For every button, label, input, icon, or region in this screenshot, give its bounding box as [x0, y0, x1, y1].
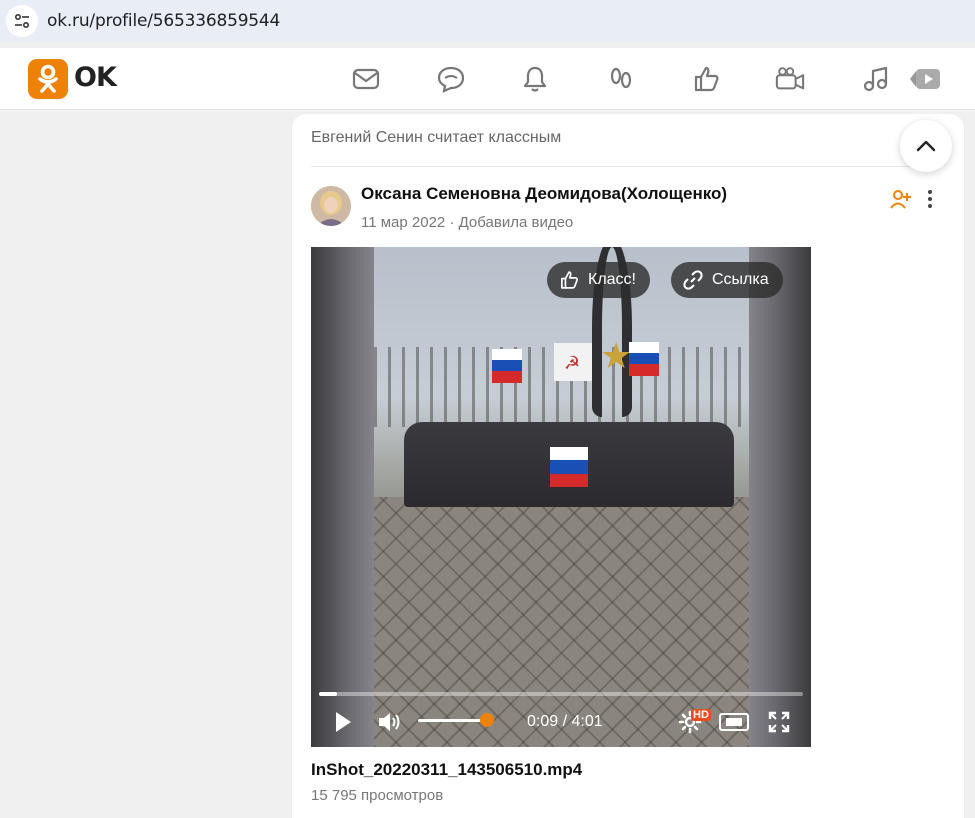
video-showcase-icon[interactable]	[908, 64, 942, 94]
volume-slider-handle[interactable]	[480, 713, 494, 727]
video-title[interactable]: InShot_20220311_143506510.mp4	[311, 760, 582, 780]
music-icon[interactable]	[860, 64, 890, 94]
hd-badge: HD	[691, 709, 711, 721]
divider	[311, 166, 931, 167]
liked-by-text[interactable]: Евгений Сенин считает классным	[311, 129, 561, 147]
discussions-icon[interactable]	[436, 64, 466, 94]
chevron-up-icon	[916, 140, 936, 152]
reactions-icon[interactable]	[691, 64, 721, 94]
video-progress-fill	[319, 692, 337, 696]
video-views: 15 795 просмотров	[311, 787, 444, 804]
left-column	[0, 111, 278, 818]
link-button[interactable]: Ссылка	[671, 262, 783, 298]
more-options-icon[interactable]	[922, 188, 938, 210]
video-player[interactable]: ★ ☭ Класс! Ссылка 0:09 / 4:01 HD	[311, 247, 811, 747]
link-icon	[683, 270, 703, 290]
site-info-icon[interactable]	[6, 5, 38, 37]
add-friend-icon[interactable]	[890, 188, 912, 210]
class-button-label: Класс!	[588, 271, 636, 288]
volume-icon[interactable]	[377, 709, 403, 735]
video-blur-right	[749, 247, 811, 747]
fullscreen-icon[interactable]	[767, 709, 791, 735]
video-progress-bar[interactable]	[319, 692, 803, 696]
avatar[interactable]	[311, 186, 351, 226]
video-time: 0:09 / 4:01	[527, 713, 603, 730]
scroll-up-button[interactable]	[900, 120, 952, 172]
like-icon	[561, 271, 578, 289]
notifications-icon[interactable]	[520, 64, 550, 94]
video-frame: ★ ☭	[374, 247, 749, 747]
svg-text:☭: ☭	[564, 353, 580, 374]
play-icon[interactable]	[332, 709, 354, 735]
messages-icon[interactable]	[351, 64, 381, 94]
site-header: OK	[0, 48, 975, 110]
feed-card: Евгений Сенин считает классным Оксана Се…	[292, 114, 964, 818]
class-button[interactable]: Класс!	[547, 262, 650, 298]
link-button-label: Ссылка	[712, 271, 769, 288]
post-meta: 11 мар 2022 · Добавила видео	[361, 214, 574, 231]
url-text[interactable]: ok.ru/profile/565336859544	[47, 11, 280, 31]
guests-icon[interactable]	[606, 64, 636, 94]
video-blur-left	[311, 247, 374, 747]
browser-address-bar: ok.ru/profile/565336859544	[0, 0, 975, 42]
logo-text[interactable]: OK	[74, 62, 117, 93]
video-icon[interactable]	[775, 64, 805, 94]
post-author[interactable]: Оксана Семеновна Деомидова(Холощенко)	[361, 184, 727, 204]
mini-player-icon[interactable]	[718, 709, 750, 735]
ok-logo-icon[interactable]	[28, 59, 68, 99]
